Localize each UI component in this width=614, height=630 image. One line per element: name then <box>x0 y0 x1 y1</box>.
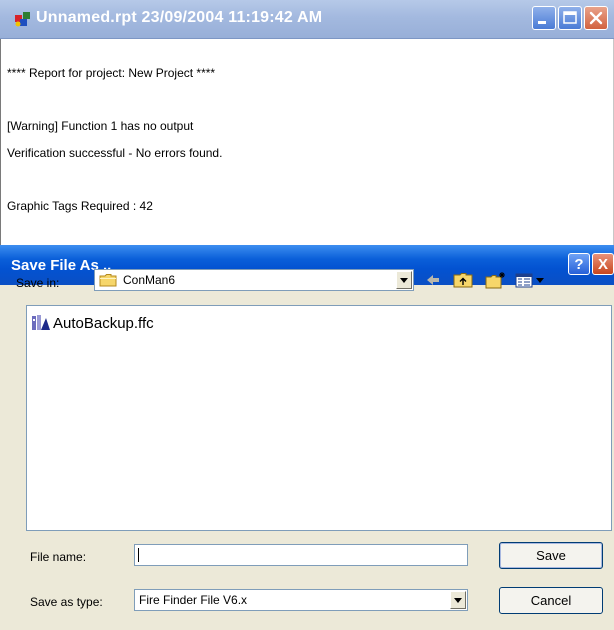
dialog-close-button[interactable]: X <box>592 253 614 275</box>
minimize-icon <box>538 21 546 24</box>
save-as-type-value: Fire Finder File V6.x <box>139 593 248 607</box>
help-button[interactable]: ? <box>568 253 590 275</box>
report-close-button[interactable] <box>584 6 608 30</box>
ffc-file-icon <box>32 315 50 330</box>
maximize-icon <box>563 11 577 24</box>
dropdown-arrow-button[interactable] <box>396 271 412 289</box>
up-folder-icon <box>453 273 473 288</box>
close-icon: X <box>597 255 608 273</box>
create-new-folder-button[interactable] <box>484 271 508 289</box>
save-in-label: Save in: <box>16 276 60 290</box>
minimize-button[interactable] <box>532 6 556 30</box>
report-titlebar[interactable]: Unnamed.rpt 23/09/2004 11:19:42 AM <box>0 0 614 39</box>
report-text-area[interactable]: **** Report for project: New Project ***… <box>0 39 614 245</box>
report-window: Unnamed.rpt 23/09/2004 11:19:42 AM **** <box>0 0 614 245</box>
file-name-input[interactable] <box>134 544 468 566</box>
new-folder-icon <box>485 272 505 289</box>
save-in-dropdown[interactable]: ConMan6 <box>94 269 414 291</box>
report-window-title: Unnamed.rpt 23/09/2004 11:19:42 AM <box>36 9 323 26</box>
close-icon <box>589 11 603 25</box>
save-button[interactable]: Save <box>499 542 603 569</box>
back-button[interactable] <box>424 271 442 289</box>
view-menu-icon <box>515 273 544 288</box>
text-caret <box>138 548 139 562</box>
save-file-dialog: Save File As .. ? X Save in: ConMan6 Aut… <box>0 245 614 630</box>
save-as-type-dropdown[interactable]: Fire Finder File V6.x <box>134 589 468 611</box>
chevron-down-icon <box>454 597 462 603</box>
file-name-label: File name: <box>30 550 87 564</box>
list-item[interactable]: AutoBackup.ffc <box>31 312 154 334</box>
report-line: **** Report for project: New Project ***… <box>7 66 216 80</box>
file-name: AutoBackup.ffc <box>53 314 154 332</box>
save-as-type-label: Save as type: <box>30 595 103 609</box>
report-line: Graphic Tags Required : 42 <box>7 199 153 213</box>
back-arrow-icon <box>427 275 439 285</box>
cancel-button[interactable]: Cancel <box>499 587 603 614</box>
current-folder: ConMan6 <box>123 273 176 287</box>
report-app-icon <box>15 12 30 27</box>
chevron-down-icon <box>400 277 408 283</box>
view-menu-button[interactable] <box>514 271 548 289</box>
help-icon: ? <box>574 255 584 273</box>
file-list[interactable]: AutoBackup.ffc <box>26 305 612 531</box>
up-one-level-button[interactable] <box>452 271 474 289</box>
dropdown-arrow-button[interactable] <box>450 591 466 609</box>
folder-icon <box>99 274 117 287</box>
maximize-button[interactable] <box>558 6 582 30</box>
report-line: Verification successful - No errors foun… <box>7 146 223 160</box>
report-line: [Warning] Function 1 has no output <box>7 119 194 133</box>
